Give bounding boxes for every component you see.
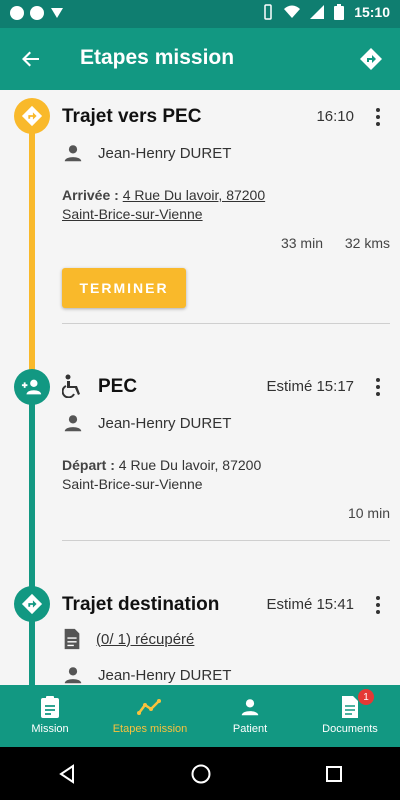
wifi-icon	[284, 5, 301, 18]
step-time: Estimé 15:41	[266, 596, 354, 613]
more-options-button[interactable]	[370, 106, 386, 128]
clipboard-icon	[41, 696, 59, 718]
duration: 10 min	[347, 505, 390, 521]
step-time: Estimé 15:17	[266, 378, 354, 395]
notification-badge: 1	[358, 689, 374, 705]
nav-label: Mission	[31, 723, 69, 735]
person-icon	[64, 415, 82, 432]
more-options-button[interactable]	[370, 594, 386, 616]
address-label: Arrivée :	[62, 187, 119, 203]
document-icon	[64, 628, 80, 650]
app-bar: Etapes mission	[0, 28, 400, 90]
address-line2: Saint-Brice-sur-Vienne	[62, 206, 203, 222]
address-line2: Saint-Brice-sur-Vienne	[62, 476, 203, 492]
directions-icon	[21, 105, 43, 127]
nav-label: Patient	[232, 723, 268, 735]
status-time: 15:10	[354, 4, 390, 20]
back-button[interactable]	[14, 42, 48, 76]
step-node-route	[14, 98, 50, 134]
nav-item-patient[interactable]: Patient	[200, 685, 300, 747]
address-line1: 4 Rue Du lavoir, 87200	[118, 457, 262, 473]
patient-row: Jean-Henry DURET	[62, 412, 231, 434]
nav-item-mission[interactable]: Mission	[0, 685, 100, 747]
timeline-icon	[137, 699, 161, 715]
patient-name: Jean-Henry DURET	[98, 414, 232, 432]
person-icon	[64, 667, 82, 684]
step-estimates: 10 min	[348, 505, 390, 521]
step-time: 16:10	[316, 108, 354, 125]
step-estimates: 33 min 32 kms	[281, 235, 390, 251]
step-card-trajet-destination: Trajet destination Estimé 15:41 (0/ 1) r…	[62, 578, 390, 685]
signal-icon	[310, 5, 325, 19]
step-title: Trajet destination	[62, 594, 220, 615]
step-title: PEC	[98, 376, 138, 397]
more-options-button[interactable]	[370, 376, 386, 398]
address-label: Départ :	[62, 457, 115, 473]
nav-label: Documents	[322, 723, 378, 735]
directions-button[interactable]	[354, 42, 388, 76]
arrow-back-icon	[22, 51, 39, 67]
home-circle-icon[interactable]	[190, 763, 212, 785]
address-line1: 4 Rue Du lavoir, 87200	[122, 187, 266, 203]
person-icon	[241, 699, 259, 716]
back-triangle-icon[interactable]	[57, 763, 77, 784]
page-title: Etapes mission	[80, 46, 235, 69]
vibrate-icon	[264, 4, 272, 20]
step-card-pec: PEC Estimé 15:17 Jean-Henry DURET Départ…	[62, 360, 390, 550]
nav-item-documents[interactable]: 1 Documents	[300, 685, 400, 747]
departure-address: Départ : 4 Rue Du lavoir, 87200 Saint-Br…	[62, 456, 261, 494]
documents-status: (0/ 1) récupéré	[96, 630, 195, 648]
nav-label: Etapes mission	[112, 723, 188, 735]
system-navigation-bar	[0, 747, 400, 800]
step-card-trajet-pec: Trajet vers PEC 16:10 Jean-Henry DURET A…	[62, 90, 390, 330]
notification-icon	[51, 8, 63, 18]
status-bar: 15:10	[0, 0, 400, 28]
notification-icon	[30, 6, 44, 20]
distance: 32 kms	[344, 235, 390, 251]
documents-row[interactable]: (0/ 1) récupéré	[62, 628, 194, 650]
step-node-pec	[14, 369, 50, 405]
patient-name: Jean-Henry DURET	[98, 144, 232, 162]
timeline-segment-upcoming	[29, 390, 35, 685]
arrival-address[interactable]: Arrivée : 4 Rue Du lavoir, 87200 Saint-B…	[62, 186, 265, 224]
notification-icon	[10, 6, 24, 20]
status-notifications	[10, 6, 64, 20]
timeline-segment-current	[29, 100, 35, 390]
step-title: Trajet vers PEC	[62, 106, 202, 127]
patient-row: Jean-Henry DURET	[62, 142, 231, 164]
mission-steps-list[interactable]: Trajet vers PEC 16:10 Jean-Henry DURET A…	[0, 90, 400, 685]
divider	[62, 540, 390, 541]
nav-item-etapes[interactable]: Etapes mission	[100, 685, 200, 747]
recents-square-icon[interactable]	[325, 765, 343, 783]
duration: 33 min	[280, 235, 323, 251]
wheelchair-icon	[62, 374, 80, 398]
directions-icon	[21, 593, 43, 615]
document-icon	[342, 696, 358, 718]
patient-row: Jean-Henry DURET	[62, 664, 231, 685]
person-add-icon	[21, 379, 42, 395]
terminer-button[interactable]: TERMINER	[62, 268, 186, 308]
divider	[62, 323, 390, 324]
person-icon	[64, 145, 82, 162]
directions-icon	[360, 48, 382, 70]
bottom-navigation: Mission Etapes mission Patient 1 Documen…	[0, 685, 400, 747]
patient-name: Jean-Henry DURET	[98, 666, 232, 684]
battery-icon	[334, 4, 345, 20]
step-node-destination	[14, 586, 50, 622]
